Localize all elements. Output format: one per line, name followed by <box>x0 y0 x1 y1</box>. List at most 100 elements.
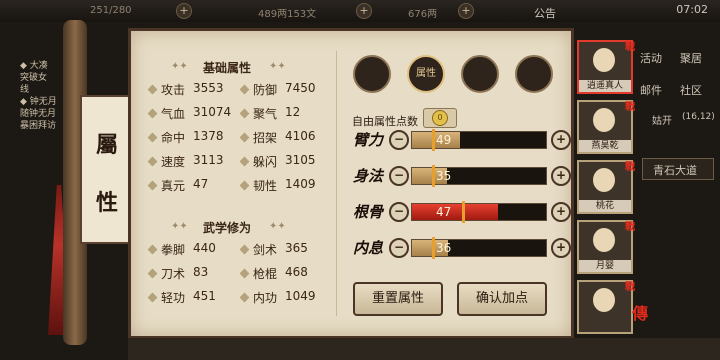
attribute-name: 根骨 <box>353 203 384 221</box>
companion-portrait[interactable]: 戰逍遥真人 <box>577 40 635 94</box>
portrait-name: 逍遥真人 <box>579 80 631 92</box>
decrease-attribute-button[interactable]: − <box>389 166 409 186</box>
location-box[interactable]: 青石大道 <box>642 158 714 180</box>
ornament: ✦✦ <box>269 61 286 72</box>
stat-diamond-icon <box>147 132 158 143</box>
companion-portrait[interactable]: 戰燕昊乾 <box>577 100 635 154</box>
companion-portrait[interactable]: 戰桃花 <box>577 160 635 214</box>
add-money-button[interactable]: + <box>356 3 372 19</box>
stat-label: 命中 <box>161 131 186 145</box>
portrait-name: 桃花 <box>579 200 631 212</box>
martial-value: 1049 <box>285 289 316 303</box>
stat-diamond-icon <box>239 244 250 255</box>
battle-badge-icon: 戰 <box>625 102 635 113</box>
attribute-value: 47 <box>436 205 452 219</box>
increase-attribute-button[interactable]: + <box>551 202 571 222</box>
stat-label: 聚气 <box>253 107 278 121</box>
stat-label: 防御 <box>253 83 278 97</box>
stat-diamond-icon <box>147 156 158 167</box>
free-points-label: 自由属性点数 <box>352 115 418 128</box>
stat-label: 真元 <box>161 179 186 193</box>
increase-attribute-button[interactable]: + <box>551 238 571 258</box>
portrait-face-icon <box>593 108 615 132</box>
fighter-icon[interactable] <box>515 55 553 93</box>
stat-value: 7450 <box>285 81 316 95</box>
companion-portrait[interactable]: 戰 <box>577 280 635 334</box>
increase-attribute-button[interactable]: + <box>551 166 571 186</box>
increase-attribute-button[interactable]: + <box>551 130 571 150</box>
menu-item-mail[interactable]: 邮件 <box>640 82 662 98</box>
stat-value: 3105 <box>285 153 316 167</box>
notice-button[interactable]: 公告 <box>534 5 556 21</box>
stat-value: 31074 <box>193 105 232 119</box>
stat-value: 47 <box>193 177 209 191</box>
menu-item-gathering[interactable]: 聚居 <box>680 50 702 66</box>
battle-badge-icon: 戰 <box>625 162 635 173</box>
decrease-attribute-button[interactable]: − <box>389 130 409 150</box>
martial-value: 365 <box>285 241 308 255</box>
battle-badge-icon: 戰 <box>625 222 635 233</box>
martial-label: 刀术 <box>161 267 186 281</box>
attribute-bar: 49 <box>411 129 547 151</box>
stat-diamond-icon <box>147 244 158 255</box>
martial-value: 451 <box>193 289 216 303</box>
coord-hint: (16,12) <box>682 112 715 122</box>
add-gold-button[interactable]: + <box>458 3 474 19</box>
free-points-value: 0 <box>432 110 448 126</box>
confirm-points-button[interactable]: 确认加点 <box>457 282 547 316</box>
attribute-bar-marker <box>432 237 435 259</box>
portrait-face-icon <box>593 168 615 192</box>
free-points-box: 0 <box>423 108 457 128</box>
martial-label: 轻功 <box>161 291 186 305</box>
ornament: ✦✦ <box>171 61 188 72</box>
portrait-face-icon <box>593 288 615 312</box>
menu-item-note[interactable]: 姑开 <box>652 112 672 127</box>
stat-diamond-icon <box>147 108 158 119</box>
stat-value: 1409 <box>285 177 316 191</box>
stat-diamond-icon <box>239 108 250 119</box>
reset-attributes-button[interactable]: 重置属性 <box>353 282 443 316</box>
attribute-bar-fill <box>412 204 498 220</box>
add-stamina-button[interactable]: + <box>176 3 192 19</box>
compass-icon[interactable] <box>461 55 499 93</box>
attribute-value: 35 <box>436 169 452 183</box>
stat-label: 韧性 <box>253 179 278 193</box>
martial-label: 枪棍 <box>253 267 278 281</box>
stat-diamond-icon <box>147 180 158 191</box>
stat-diamond-icon <box>239 268 250 279</box>
battle-badge-icon: 戰 <box>625 42 635 53</box>
scholar-icon[interactable] <box>353 55 391 93</box>
scroll-title-banner: 屬 性 <box>80 95 132 244</box>
stat-diamond-icon <box>239 292 250 303</box>
scroll-title-top: 屬 <box>96 132 119 158</box>
top-status-bar: 251/280 + 489两153文 + 676两 + 公告 07:02 <box>0 0 720 22</box>
martial-value: 83 <box>193 265 209 279</box>
menu-item-activity[interactable]: 活动 <box>640 50 662 66</box>
stat-value: 3553 <box>193 81 224 95</box>
portrait-face-icon <box>593 228 615 252</box>
portrait-name: 燕昊乾 <box>579 140 631 152</box>
attribute-bar: 47 <box>411 201 547 223</box>
decrease-attribute-button[interactable]: − <box>389 202 409 222</box>
attribute-bar-marker <box>432 129 435 151</box>
stat-value: 3113 <box>193 153 224 167</box>
chuanwen-button[interactable]: 傳 <box>632 300 648 324</box>
martial-label: 剑术 <box>253 243 278 257</box>
martial-value: 468 <box>285 265 308 279</box>
scroll-icon[interactable]: 属性 <box>407 55 445 93</box>
stat-diamond-icon <box>239 180 250 191</box>
attribute-name: 内息 <box>353 239 384 257</box>
attribute-bar-marker <box>432 165 435 187</box>
decrease-attribute-button[interactable]: − <box>389 238 409 258</box>
ornament: ✦✦ <box>269 221 286 232</box>
martial-label: 内功 <box>253 291 278 305</box>
martial-label: 拳脚 <box>161 243 186 257</box>
bottom-toolbar <box>128 338 720 360</box>
stat-value: 12 <box>285 105 301 119</box>
menu-item-community[interactable]: 社区 <box>680 82 702 98</box>
attribute-bar: 35 <box>411 165 547 187</box>
location-name: 青石大道 <box>653 164 697 177</box>
money-text: 489两153文 <box>258 9 317 20</box>
companion-portrait[interactable]: 戰月婴 <box>577 220 635 274</box>
stat-diamond-icon <box>239 132 250 143</box>
